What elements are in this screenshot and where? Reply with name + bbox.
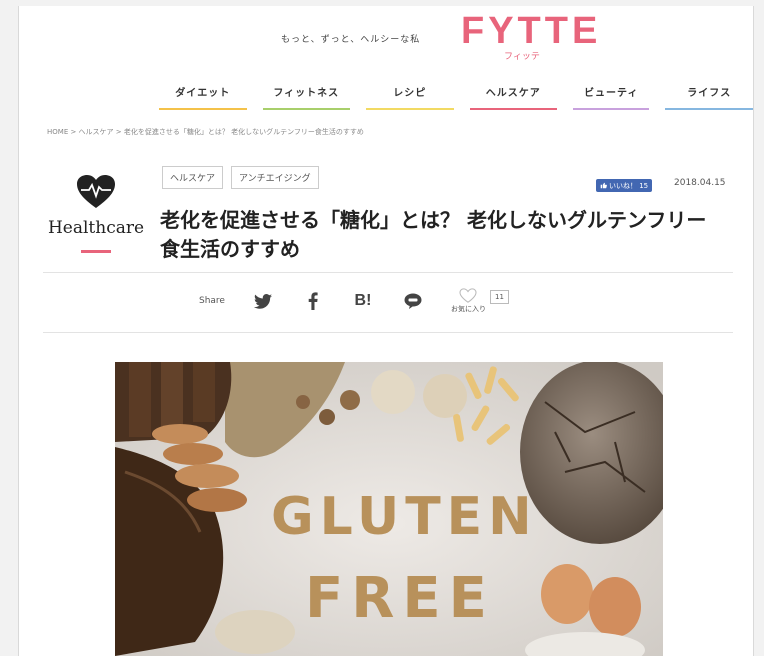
twitter-icon[interactable] bbox=[251, 289, 275, 313]
category-nav: ダイエット フィットネス レシピ ヘルスケア ビューティ ライフス bbox=[151, 82, 753, 110]
divider-top bbox=[43, 272, 733, 273]
facebook-icon[interactable] bbox=[301, 289, 325, 313]
site-logo[interactable]: FYTTE bbox=[461, 12, 601, 50]
nav-item-diet[interactable]: ダイエット bbox=[151, 82, 255, 110]
article-hero-image: GLUTEN FREE bbox=[115, 362, 663, 656]
category-underline bbox=[81, 250, 111, 253]
article-title: 老化を促進させる「糖化」とは？ 老化しないグルテンフリー 食生活のすすめ bbox=[160, 206, 750, 264]
nav-item-fitness[interactable]: フィットネス bbox=[255, 82, 359, 110]
divider-bottom bbox=[43, 332, 733, 333]
favorite-button[interactable]: お気に入り bbox=[451, 288, 486, 314]
site-logo-sub: フィッテ bbox=[504, 52, 540, 62]
hatena-bookmark-icon[interactable]: B! bbox=[351, 289, 375, 313]
tag-antiaging[interactable]: アンチエイジング bbox=[231, 166, 319, 189]
nav-item-lifestyle[interactable]: ライフス bbox=[657, 82, 753, 110]
article-page: もっと、ずっと、ヘルシーな私 FYTTE フィッテ ダイエット フィットネス レ… bbox=[18, 6, 754, 656]
category-name: Healthcare bbox=[47, 218, 145, 238]
breadcrumb[interactable]: HOME > ヘルスケア > 老化を促進させる「糖化」とは？ 老化しないグルテン… bbox=[47, 127, 364, 137]
nav-item-healthcare[interactable]: ヘルスケア bbox=[462, 82, 566, 110]
like-label: いいね！ 15 bbox=[609, 181, 649, 190]
facebook-like-button[interactable]: いいね！ 15 bbox=[596, 179, 653, 192]
article-title-line2: 食生活のすすめ bbox=[160, 237, 300, 261]
thumbs-up-icon bbox=[600, 182, 607, 189]
favorite-count: 11 bbox=[489, 290, 509, 304]
hero-text-free: FREE bbox=[305, 566, 495, 631]
publish-date: 2018.04.15 bbox=[674, 178, 726, 188]
tag-healthcare[interactable]: ヘルスケア bbox=[162, 166, 224, 189]
favorite-label: お気に入り bbox=[450, 305, 486, 313]
tag-list: ヘルスケア アンチエイジング bbox=[162, 166, 319, 189]
heart-outline-icon bbox=[459, 288, 478, 303]
share-bar: Share B! お気に入り 11 bbox=[199, 286, 509, 316]
line-icon[interactable] bbox=[401, 289, 425, 313]
hero-text-gluten: GLUTEN bbox=[271, 487, 538, 547]
category-badge[interactable]: Healthcare bbox=[41, 174, 151, 253]
nav-item-beauty[interactable]: ビューティ bbox=[565, 82, 657, 110]
heart-pulse-icon bbox=[77, 175, 115, 208]
site-tagline: もっと、ずっと、ヘルシーな私 bbox=[281, 35, 421, 45]
nav-item-recipe[interactable]: レシピ bbox=[358, 82, 462, 110]
article-title-line1: 老化を促進させる「糖化」とは？ 老化しないグルテンフリー bbox=[160, 208, 707, 232]
share-label: Share bbox=[199, 296, 225, 306]
gluten-free-photo: GLUTEN FREE bbox=[115, 362, 663, 656]
